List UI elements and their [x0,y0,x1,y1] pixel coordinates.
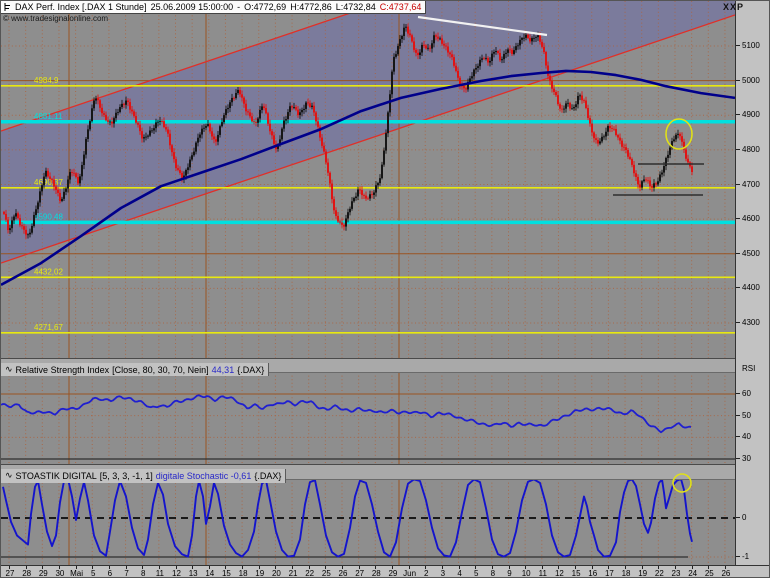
watermark: © www.tradesignalonline.com [3,14,109,23]
rsi-params: [Close, 80, 30, 70, Nein] [112,364,209,375]
stoch-value: digitale Stochastic -0,61 [155,470,252,481]
time-tick-label: 26 [721,569,731,578]
chart-legend-title[interactable]: DAX Perf. Index [.DAX 1 Stunde] 25.06.20… [1,1,427,14]
stoch-tick-label: 0 [742,513,747,522]
high-value: H:4772,86 [290,2,332,12]
rsi-chart[interactable] [1,372,735,464]
chart-window: 4984,9 4881,11 4690,37 4590,48 4432,02 4271,6… [0,0,770,578]
low-value: L:4732,84 [335,2,376,12]
instrument-icon [4,3,10,11]
price-tick-label: 4300 [742,318,760,327]
stochastic-chart[interactable] [1,479,735,565]
rsi-tick-label: 60 [742,389,751,398]
rsi-tick-label: 40 [742,432,751,442]
axis-tick [736,414,740,416]
price-tick-label: 5000 [742,75,760,85]
axis-tick [736,322,740,323]
price-axis[interactable]: 5100 5000 4900 4800 4700 4600 4500 4400 4300 RSI 6… [735,1,769,565]
axis-tick [736,517,740,518]
axis-tick [736,218,740,220]
price-tick-label: 5100 [742,41,760,50]
svg-text:4432,02: 4432,02 [34,267,63,276]
rsi-tick-label: 50 [742,410,751,420]
axis-tick [736,114,740,116]
rsi-tick-label: 30 [742,454,751,463]
stoch-symbol: {.DAX} [254,470,282,481]
stoch-tick-label: -1 [742,552,750,561]
axis-tick [736,287,740,289]
separator: - [237,2,241,12]
svg-text:4271,67: 4271,67 [34,323,63,332]
svg-text:4590,48: 4590,48 [34,212,63,221]
axis-tick [736,436,740,438]
price-tick-label: 4400 [742,283,760,293]
xxp-logo: XXP [723,2,745,12]
wave-icon: ∿ [5,364,13,374]
time-axis[interactable]: 27 28 29 30 Mai 5 6 7 8 11 12 13 14 15 18 19 20 21 22 25 26 2… [1,565,769,578]
bar-datetime: 25.06.2009 15:00:00 [150,2,234,12]
rsi-symbol: {.DAX} [237,364,265,375]
instrument-name: DAX Perf. Index [.DAX 1 Stunde] [15,2,147,12]
price-tick-label: 4600 [742,214,760,224]
axis-tick [736,556,740,557]
axis-tick [736,79,740,81]
svg-text:4984,9: 4984,9 [34,76,59,85]
rsi-header[interactable]: ∿ Relative Strength Index [Close, 80, 30… [1,358,735,376]
axis-tick [736,252,740,254]
price-tick-label: 4900 [742,110,760,120]
price-tick-label: 4700 [742,179,760,189]
stoch-params: [5, 3, 3, -1, 1] [99,470,153,481]
axis-tick [736,458,740,459]
svg-text:4690,37: 4690,37 [34,178,63,187]
stoch-name: STOASTIK DIGITAL [15,470,97,481]
axis-tick [736,148,740,150]
rsi-value: 44,31 [211,364,235,375]
rsi-name: Relative Strength Index [15,364,110,375]
axis-tick [736,45,740,46]
svg-text:4881,11: 4881,11 [34,112,63,121]
axis-tick [736,393,740,394]
price-tick-label: 4500 [742,248,760,258]
price-tick-label: 4800 [742,144,760,154]
wave-icon: ∿ [5,470,13,480]
axis-tick [736,183,740,185]
close-value: C:4737,64 [379,2,422,12]
main-price-chart[interactable]: 4984,9 4881,11 4690,37 4590,48 4432,02 4271,6… [1,1,735,358]
open-value: O:4772,69 [244,2,287,12]
stoch-header[interactable]: ∿ STOASTIK DIGITAL [5, 3, 3, -1, 1] digi… [1,464,735,483]
rsi-axis-title: RSI [742,364,756,373]
